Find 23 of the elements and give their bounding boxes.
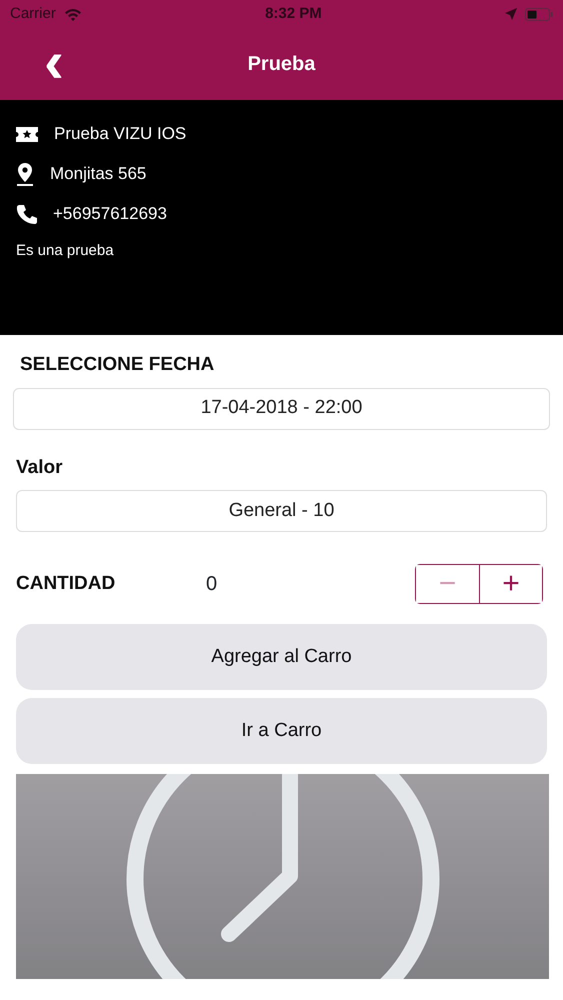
- battery-icon: [524, 8, 553, 20]
- back-button[interactable]: ‹: [44, 40, 64, 84]
- go-to-cart-button[interactable]: Ir a Carro: [16, 698, 547, 764]
- quantity-label: CANTIDAD: [16, 572, 116, 596]
- event-description: Es una prueba: [16, 241, 115, 261]
- price-label: Valor: [16, 456, 64, 480]
- add-to-cart-button[interactable]: Agregar al Carro: [16, 624, 547, 690]
- carrier-name: Carrier: [10, 4, 56, 24]
- wifi-icon: [64, 8, 82, 20]
- info-text: +56957612693: [53, 203, 167, 226]
- status-time: 8:32 PM: [265, 4, 322, 24]
- date-label: SELECCIONE FECHA: [19, 353, 216, 377]
- phone-icon: [16, 204, 37, 224]
- location-arrow-icon: [504, 8, 517, 20]
- info-text: Monjitas 565: [50, 163, 146, 186]
- date-field[interactable]: 17-04-2018 - 22:00: [13, 388, 550, 430]
- location-pin-icon: [16, 162, 34, 186]
- ticket-icon: [16, 125, 38, 143]
- increment-button[interactable]: +: [479, 565, 542, 603]
- price-field[interactable]: General - 10: [16, 490, 547, 532]
- info-text: Prueba VIZU IOS: [54, 123, 186, 146]
- quantity-value: 0: [206, 572, 218, 597]
- page-title: Prueba: [248, 52, 316, 77]
